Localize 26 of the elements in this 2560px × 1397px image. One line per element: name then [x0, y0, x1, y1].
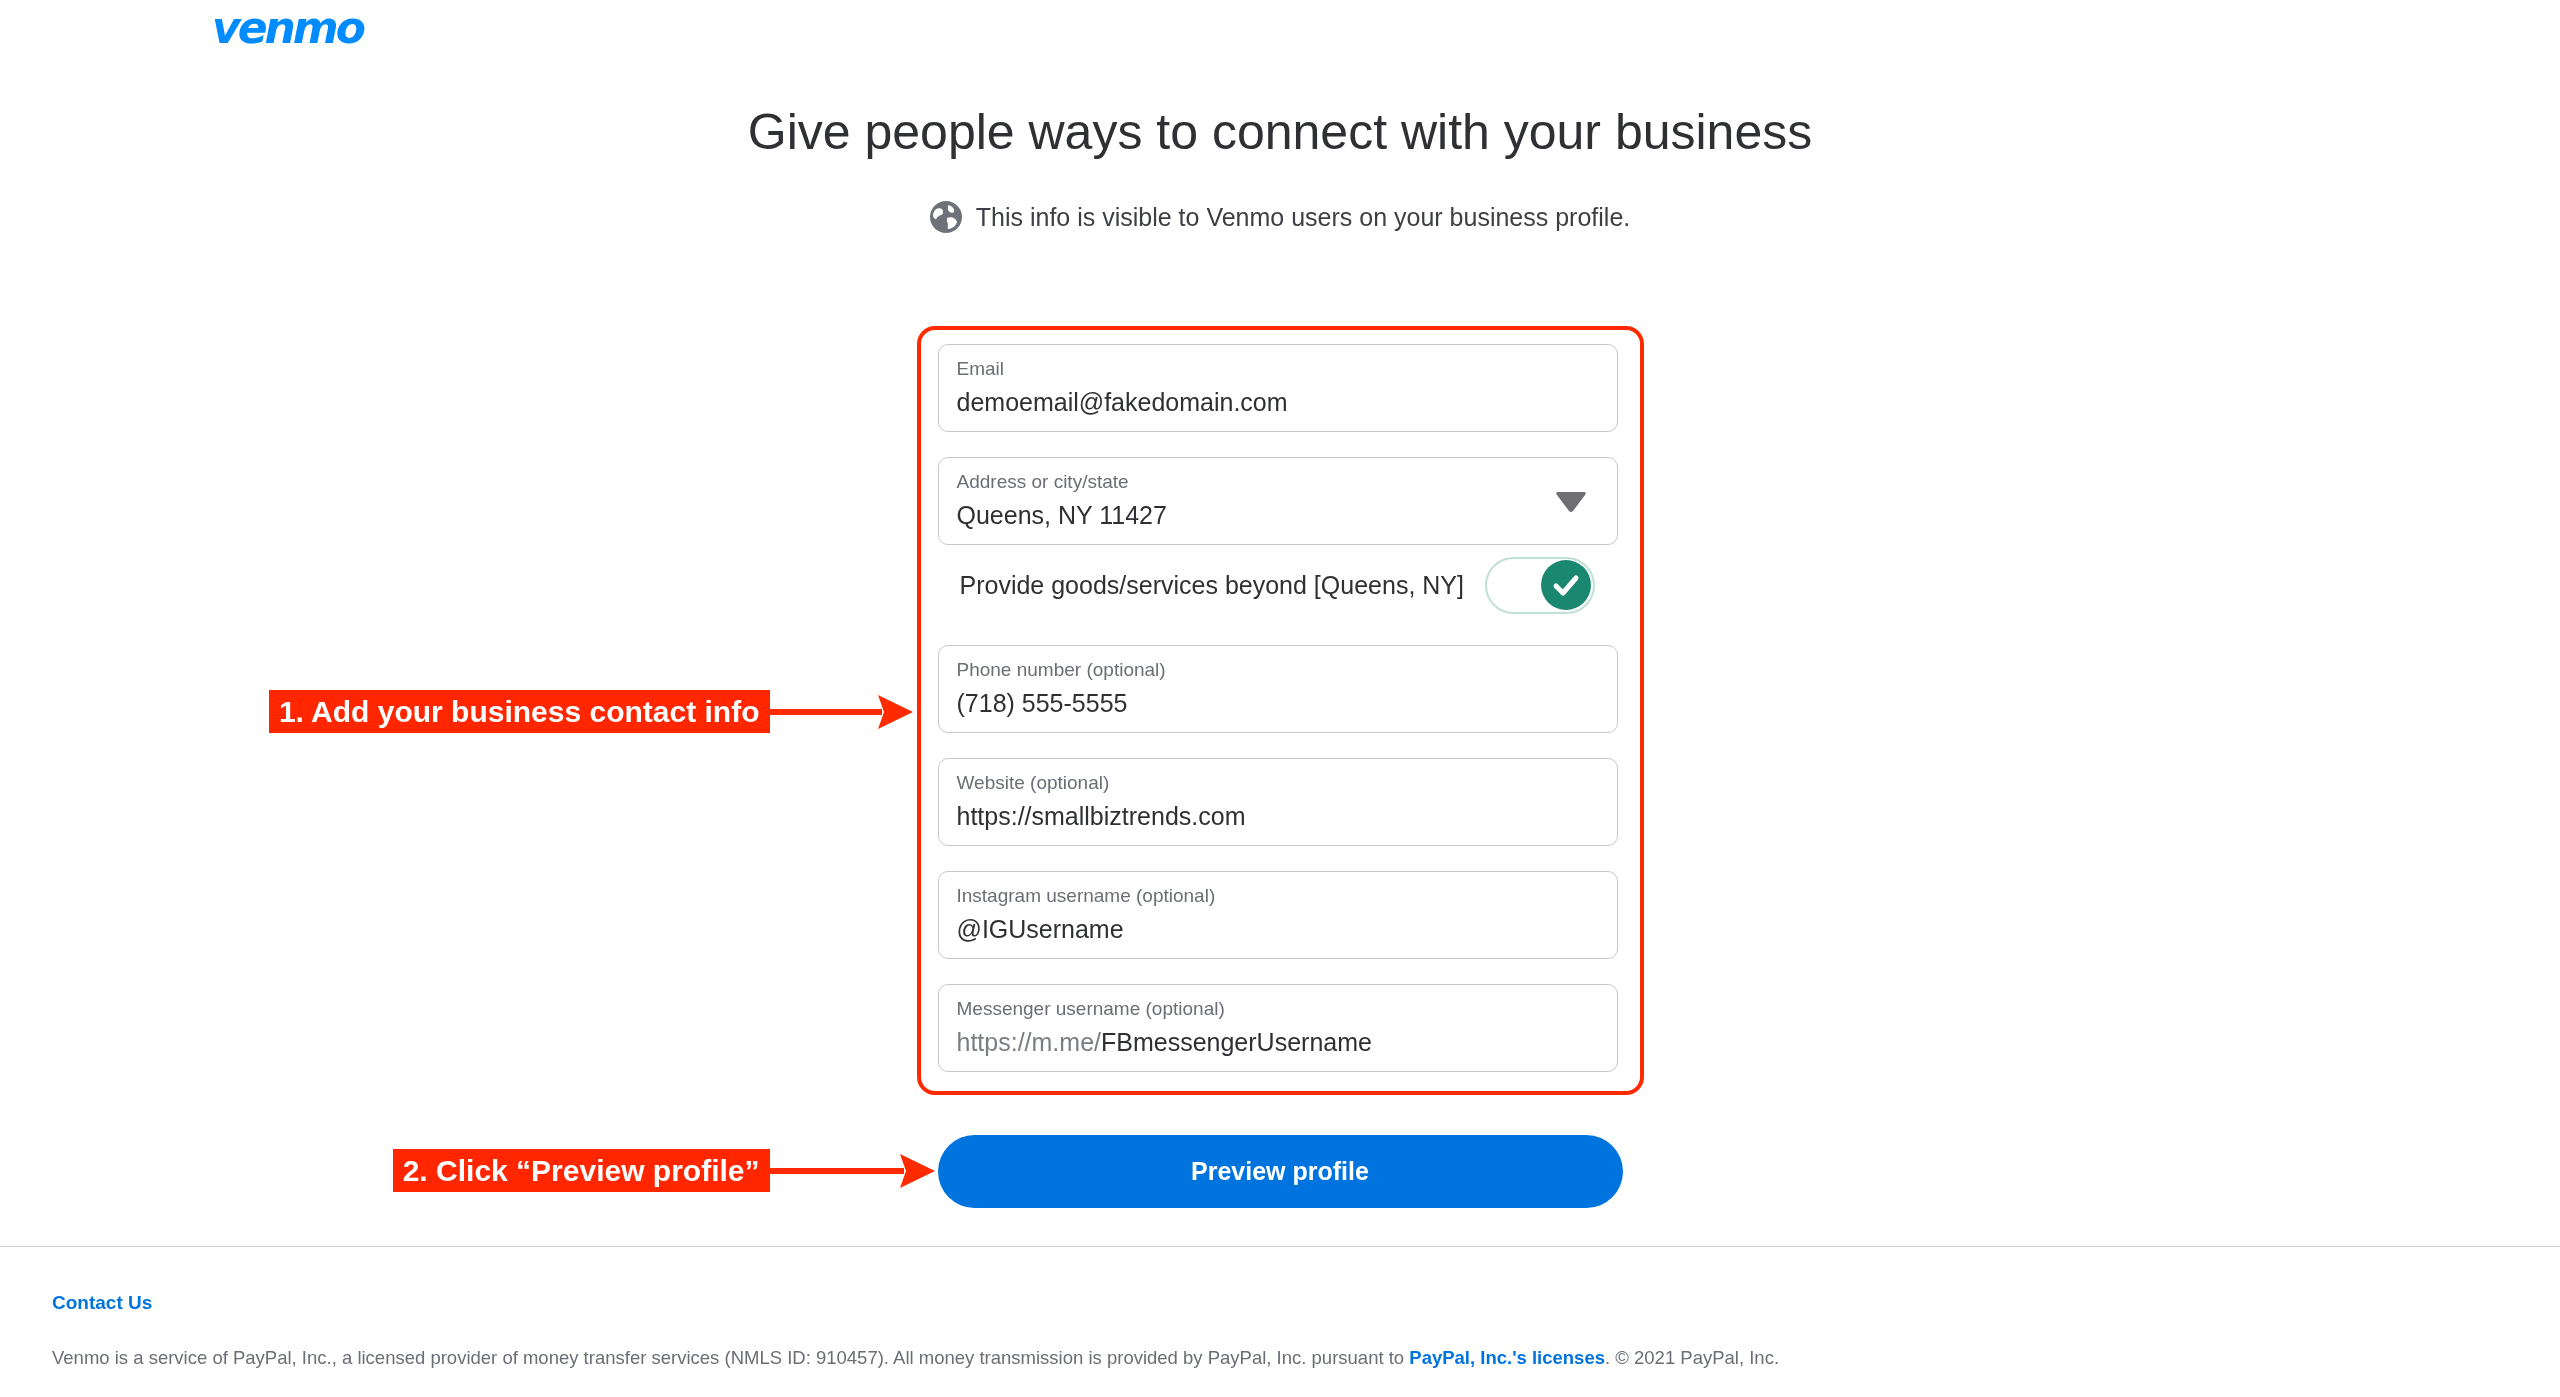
- annotation-label: 1. Add your business contact info: [268, 690, 770, 733]
- field-label: Phone number (optional): [956, 659, 1166, 681]
- url-prefix: https://m.me/: [956, 1027, 1101, 1057]
- field-label: Instagram username (optional): [956, 885, 1216, 907]
- page-title: Give people ways to connect with your business: [747, 103, 1813, 162]
- input-field[interactable]: Website (optional) https://smallbiztrends.com: [937, 758, 1618, 846]
- input-field[interactable]: Phone number (optional) (718) 555-5555: [937, 645, 1618, 733]
- input-field[interactable]: Email demoemail@fakedomain.com: [937, 344, 1618, 432]
- licenses-link[interactable]: PayPal, Inc.'s licenses: [1409, 1347, 1605, 1368]
- info-text: This info is visible to Venmo users on your business profile.: [975, 202, 1631, 233]
- field-label: Address or city/state: [956, 471, 1129, 493]
- legal-text: Venmo is a service of PayPal, Inc., a licensed provider of money transfer services (NMLS ID: 910457). All money transmission is provided by PayPal, Inc. pursuant to PayPal, Inc.'s licenses. © 2021 PayPal, Inc.: [52, 1347, 1780, 1369]
- input-field[interactable]: Instagram username (optional) @IGUsername: [937, 871, 1618, 959]
- input-field[interactable]: Messenger username (optional) https://m.me/FBmessengerUsername: [937, 984, 1618, 1072]
- preview-button[interactable]: Preview profile: [937, 1135, 1623, 1208]
- annotation-label: 2. Click “Preview profile”: [392, 1149, 770, 1192]
- caret-icon: [1554, 491, 1587, 513]
- globe-icon: [929, 201, 962, 233]
- toggle-switch[interactable]: [1484, 556, 1595, 614]
- field-label: Website (optional): [956, 772, 1110, 794]
- field-label: Email: [956, 358, 1004, 380]
- dropdown-field[interactable]: Address or city/state Queens, NY 11427: [937, 457, 1618, 545]
- toggle-label: Provide goods/services beyond [Queens, NY]: [959, 570, 1464, 600]
- check-icon: [1540, 560, 1591, 610]
- field-label: Messenger username (optional): [956, 998, 1225, 1020]
- contact-link[interactable]: Contact Us: [52, 1292, 153, 1314]
